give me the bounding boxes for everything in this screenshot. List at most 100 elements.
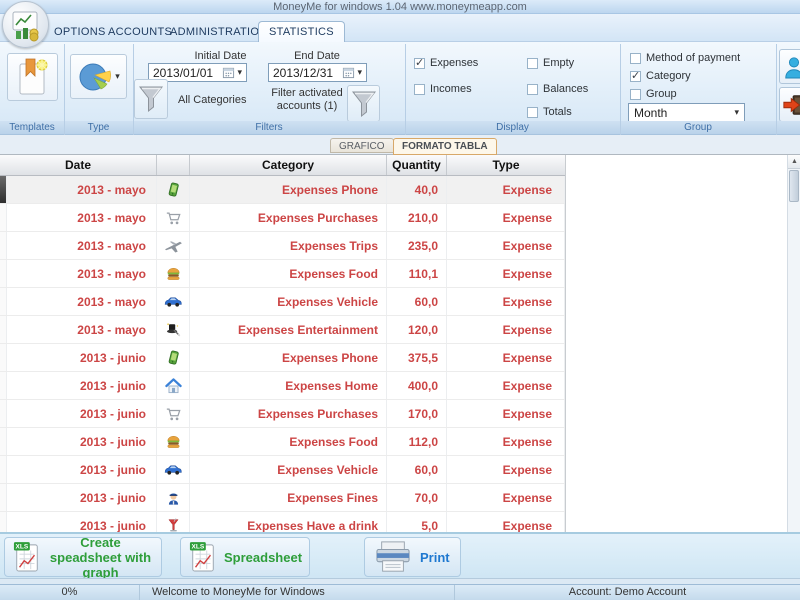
- expenses-checkbox[interactable]: [414, 56, 425, 69]
- filter-accounts-label: Filter activated accounts (1): [266, 87, 348, 113]
- method-of-payment-checkbox[interactable]: [630, 52, 641, 64]
- account-user-button[interactable]: [779, 49, 800, 84]
- checkbox-incomes[interactable]: Incomes: [414, 83, 472, 95]
- printer-icon: [373, 540, 413, 574]
- app-logo-icon: [8, 7, 44, 43]
- app-logo-button[interactable]: [2, 1, 49, 48]
- incomes-checkbox[interactable]: [414, 83, 425, 95]
- tab-grafico[interactable]: GRAFICO: [330, 138, 394, 153]
- group-period-dropdown[interactable]: Month ▾: [628, 103, 745, 122]
- column-header-type[interactable]: Type: [447, 155, 565, 175]
- row-selector[interactable]: [0, 316, 7, 343]
- all-categories-label: All Categories: [178, 94, 247, 106]
- checkbox-method-of-payment[interactable]: Method of payment: [630, 52, 740, 64]
- row-selector[interactable]: [0, 456, 7, 483]
- row-date: 2013 - mayo: [7, 260, 157, 287]
- table-row[interactable]: 2013 - junio Expenses Phone 375,5 Expens…: [0, 344, 565, 372]
- display-group-label: Display: [496, 122, 529, 133]
- templates-button[interactable]: [7, 53, 58, 101]
- table-row[interactable]: 2013 - junio Expenses Food 112,0 Expense: [0, 428, 565, 456]
- table-row[interactable]: 2013 - junio Expenses Home 400,0 Expense: [0, 372, 565, 400]
- row-selector[interactable]: [0, 204, 7, 231]
- row-quantity: 400,0: [387, 372, 447, 399]
- table-body: 2013 - mayo Expenses Phone 40,0 Expense …: [0, 176, 565, 532]
- checkbox-category[interactable]: Category: [630, 69, 691, 82]
- scrollbar-thumb[interactable]: [789, 170, 799, 202]
- scroll-up-arrow-icon[interactable]: ▲: [788, 155, 800, 169]
- table-row[interactable]: 2013 - junio Expenses Fines 70,0 Expense: [0, 484, 565, 512]
- column-header-quantity[interactable]: Quantity: [387, 155, 447, 175]
- row-selector[interactable]: [0, 232, 7, 259]
- group-checkbox[interactable]: [630, 88, 641, 100]
- table-row[interactable]: 2013 - mayo Expenses Vehicle 60,0 Expens…: [0, 288, 565, 316]
- ribbon-divider: [405, 44, 406, 135]
- accounts-filter-button[interactable]: [347, 85, 380, 122]
- tab-formato-tabla[interactable]: FORMATO TABLA: [393, 138, 497, 155]
- table-row[interactable]: 2013 - mayo Expenses Purchases 210,0 Exp…: [0, 204, 565, 232]
- checkbox-balances[interactable]: Balances: [527, 83, 588, 95]
- column-header-icon[interactable]: [157, 155, 190, 175]
- statistics-table: Date Category Quantity Type 2013 - mayo …: [0, 155, 800, 532]
- checkbox-expenses[interactable]: Expenses: [414, 56, 478, 69]
- checkbox-totals[interactable]: Totals: [527, 106, 572, 118]
- table-row[interactable]: 2013 - junio Expenses Purchases 170,0 Ex…: [0, 400, 565, 428]
- balances-checkbox[interactable]: [527, 83, 538, 95]
- svg-text:XLS: XLS: [192, 544, 205, 551]
- calendar-icon: [342, 66, 355, 79]
- table-row[interactable]: 2013 - junio Expenses Have a drink 5,0 E…: [0, 512, 565, 532]
- window-title: MoneyMe for windows 1.04 www.moneymeapp.…: [273, 1, 527, 13]
- print-button[interactable]: Print: [364, 537, 461, 577]
- table-row[interactable]: 2013 - mayo Expenses Trips 235,0 Expense: [0, 232, 565, 260]
- checkbox-group[interactable]: Group: [630, 88, 677, 100]
- footer-bar: XLS Create speadsheet with graph XLS Spr…: [0, 532, 800, 580]
- row-category: Expenses Purchases: [190, 204, 387, 231]
- row-selector[interactable]: [0, 512, 7, 532]
- row-quantity: 60,0: [387, 456, 447, 483]
- account-indicator: Account: Demo Account: [568, 586, 687, 598]
- row-selector[interactable]: [0, 428, 7, 455]
- row-date: 2013 - junio: [7, 428, 157, 455]
- row-selector[interactable]: [0, 344, 7, 371]
- category-checkbox[interactable]: [630, 69, 641, 82]
- row-quantity: 110,1: [387, 260, 447, 287]
- end-date-input[interactable]: 2013/12/31 ▾: [268, 63, 367, 82]
- spreadsheet-button[interactable]: XLS Spreadsheet: [180, 537, 310, 577]
- status-bar: 0% Welcome to MoneyMe for Windows Accoun…: [0, 584, 800, 600]
- balances-label: Balances: [543, 83, 589, 95]
- category-filter-button[interactable]: [134, 79, 168, 119]
- phone-icon: [157, 176, 190, 203]
- column-header-date[interactable]: Date: [0, 155, 157, 175]
- row-date: 2013 - mayo: [7, 288, 157, 315]
- funnel-icon: [351, 89, 377, 119]
- tab-statistics[interactable]: STATISTICS: [258, 21, 345, 43]
- column-header-category[interactable]: Category: [190, 155, 387, 175]
- row-type: Expense: [447, 456, 565, 483]
- row-selector[interactable]: [0, 288, 7, 315]
- create-spreadsheet-graph-button[interactable]: XLS Create speadsheet with graph: [4, 535, 162, 580]
- row-category: Expenses Purchases: [190, 400, 387, 427]
- row-type: Expense: [447, 484, 565, 511]
- empty-checkbox[interactable]: [527, 57, 538, 69]
- plane-icon: [157, 232, 190, 259]
- row-category: Expenses Vehicle: [190, 288, 387, 315]
- checkbox-empty[interactable]: Empty: [527, 57, 574, 69]
- row-selector[interactable]: [0, 176, 7, 203]
- table-row[interactable]: 2013 - mayo Expenses Entertainment 120,0…: [0, 316, 565, 344]
- row-selector[interactable]: [0, 260, 7, 287]
- row-date: 2013 - mayo: [7, 176, 157, 203]
- title-bar: MoneyMe for windows 1.04 www.moneymeapp.…: [0, 0, 800, 14]
- row-quantity: 120,0: [387, 316, 447, 343]
- totals-checkbox[interactable]: [527, 106, 538, 118]
- table-row[interactable]: 2013 - mayo Expenses Food 110,1 Expense: [0, 260, 565, 288]
- row-category: Expenses Have a drink: [190, 512, 387, 532]
- table-row[interactable]: 2013 - junio Expenses Vehicle 60,0 Expen…: [0, 456, 565, 484]
- row-selector[interactable]: [0, 484, 7, 511]
- row-selector[interactable]: [0, 372, 7, 399]
- table-row[interactable]: 2013 - mayo Expenses Phone 40,0 Expense: [0, 176, 565, 204]
- row-type: Expense: [447, 176, 565, 203]
- vertical-scrollbar[interactable]: ▲: [787, 155, 800, 532]
- chart-type-button[interactable]: ▾: [70, 54, 127, 99]
- moneyme-window: MoneyMe for windows 1.04 www.moneymeapp.…: [0, 0, 800, 600]
- exit-button[interactable]: [779, 87, 800, 122]
- row-selector[interactable]: [0, 400, 7, 427]
